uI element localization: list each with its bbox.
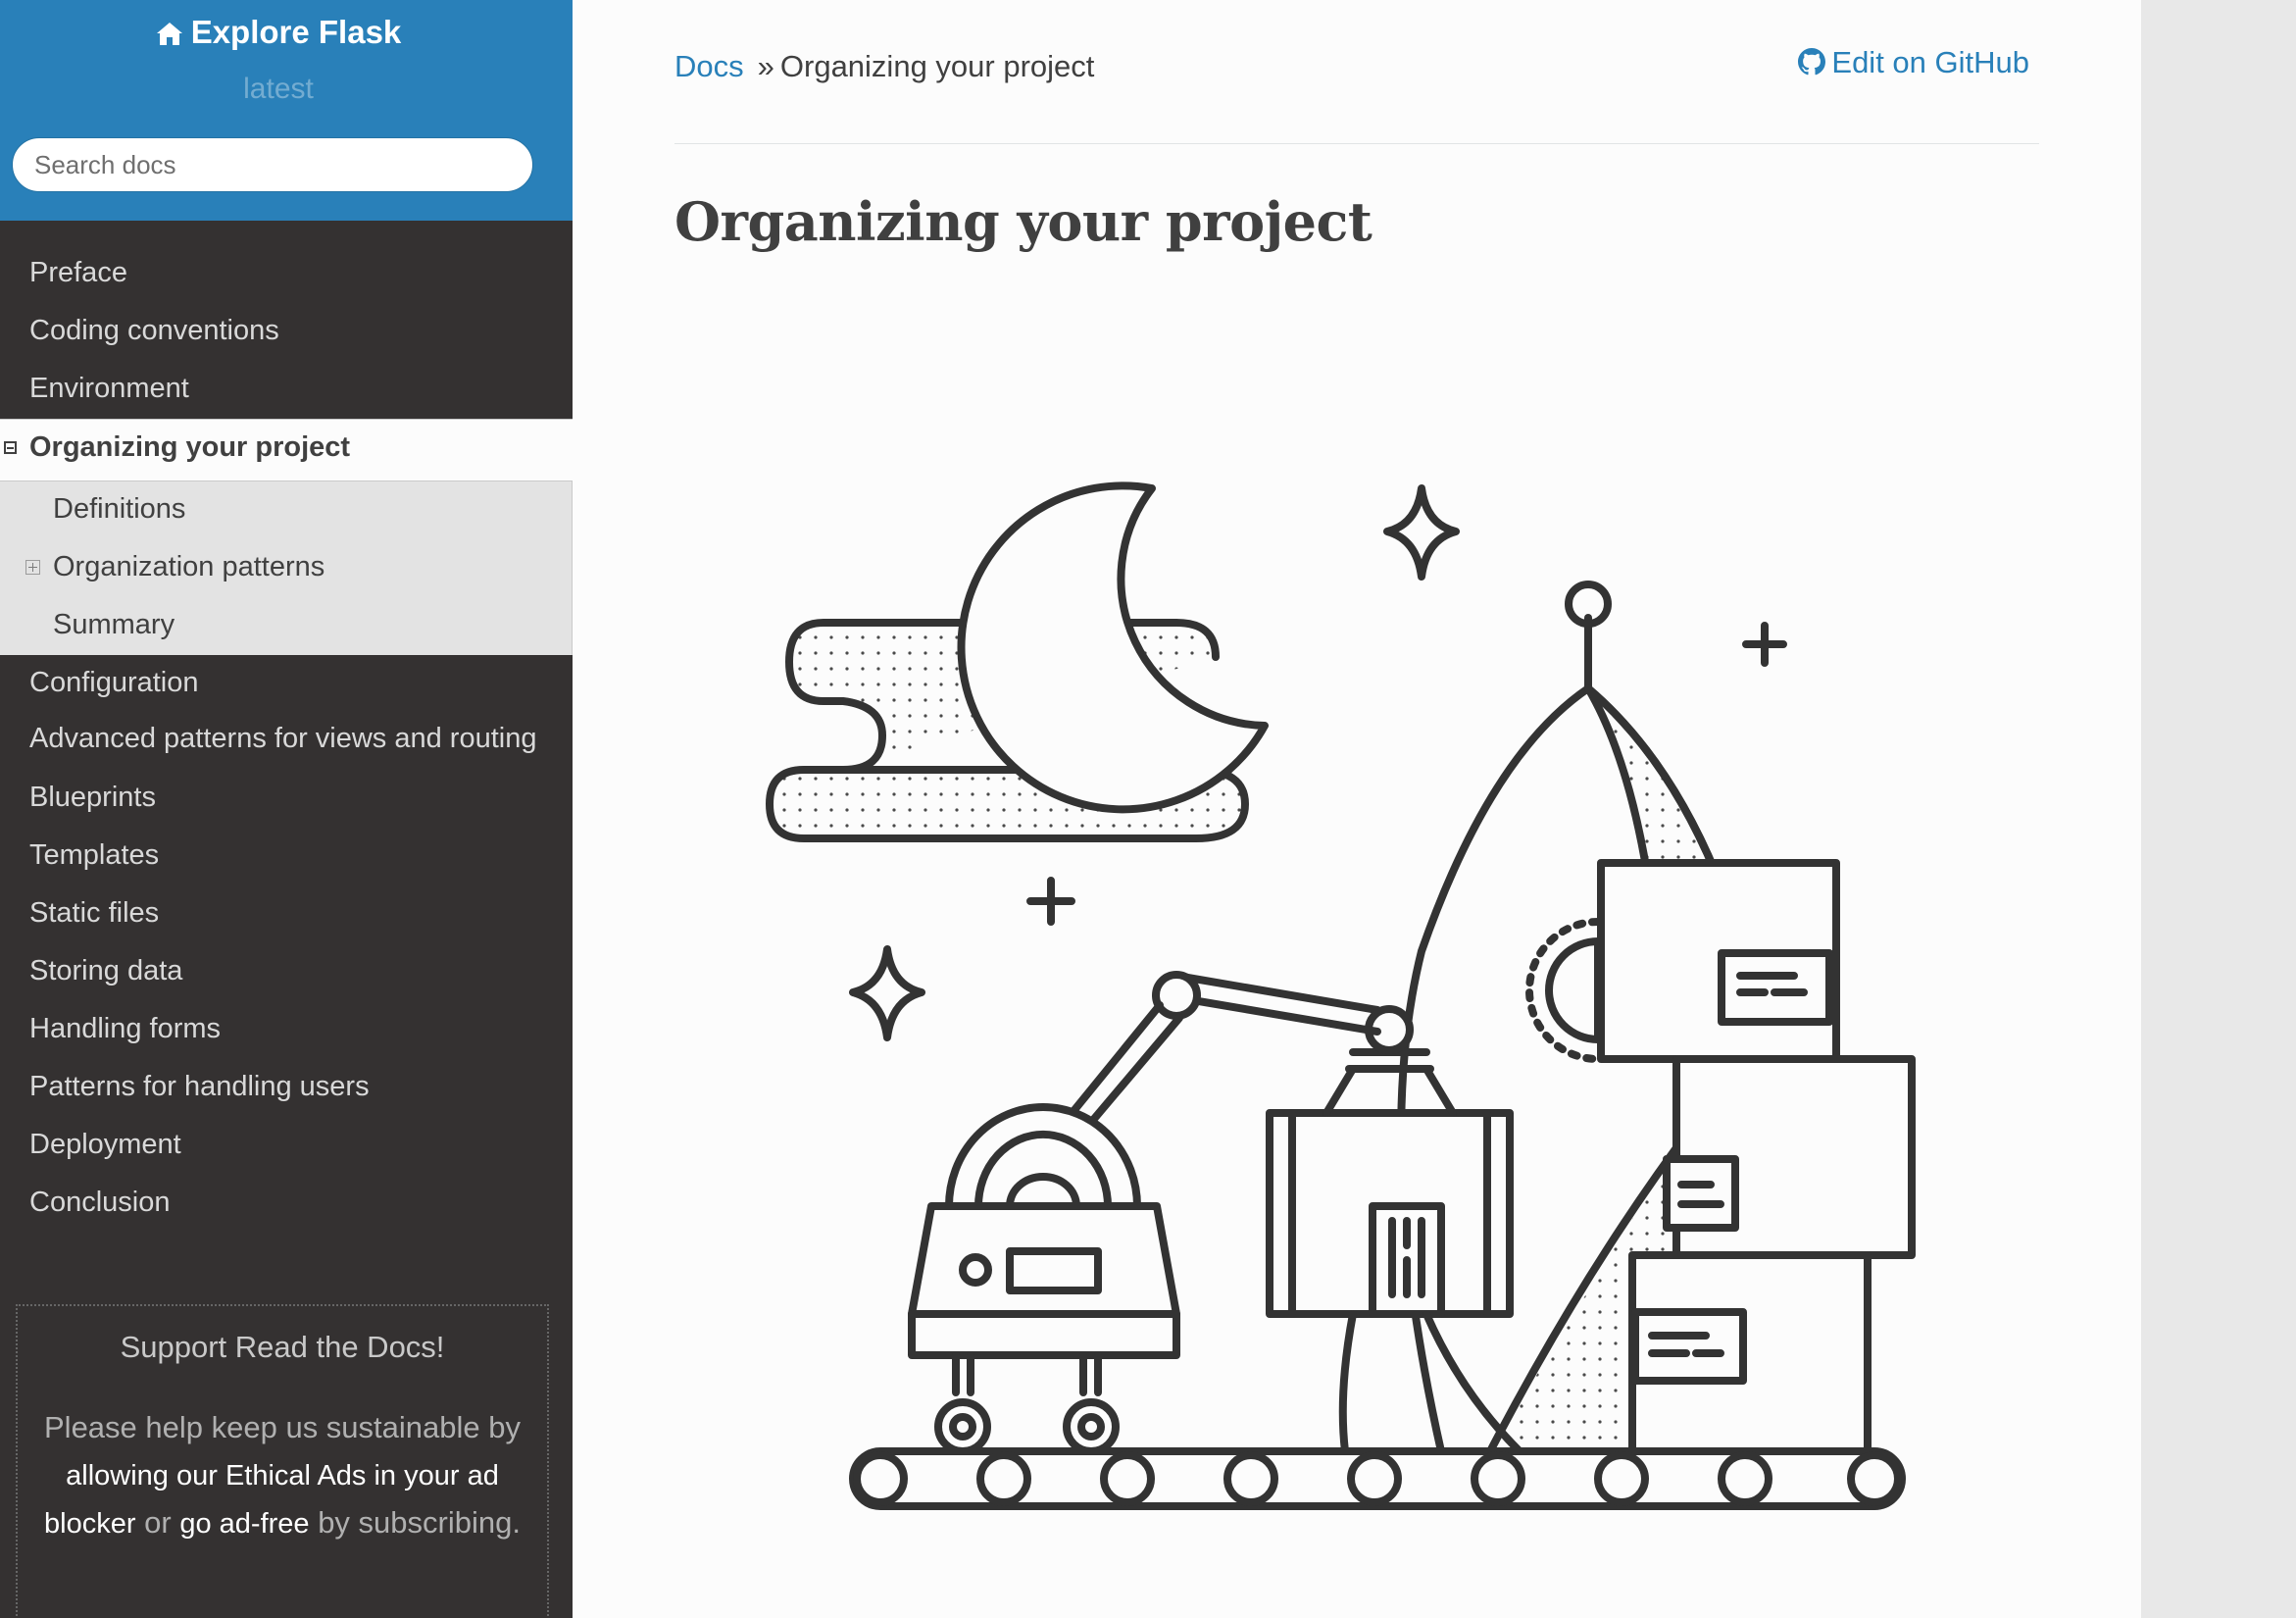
right-gutter xyxy=(2141,0,2296,1618)
support-ad-box: Support Read the Docs! Please help keep … xyxy=(16,1304,549,1618)
ad-text-part: by subscribing. xyxy=(318,1505,521,1540)
nav-item-advanced-patterns[interactable]: Advanced patterns for views and routing xyxy=(0,713,573,770)
nav-item-handling-users[interactable]: Patterns for handling users xyxy=(0,1059,573,1117)
ad-free-link[interactable]: go ad-free xyxy=(179,1508,309,1540)
nav-current-label: Organizing your project xyxy=(29,431,351,463)
ad-text-part: or xyxy=(144,1505,172,1540)
header-divider xyxy=(674,143,2039,144)
nav-item-static-files[interactable]: Static files xyxy=(0,885,573,943)
illustration-robot-rocket xyxy=(766,481,1916,1510)
nav-subitem-label: Organization patterns xyxy=(53,551,325,582)
breadcrumb-current: Organizing your project xyxy=(779,49,1095,83)
ad-text: Please help keep us sustainable by allow… xyxy=(33,1404,531,1547)
search-input[interactable] xyxy=(12,137,533,192)
page-title: Organizing your project xyxy=(674,190,1373,253)
collapse-toggle-icon[interactable] xyxy=(4,441,17,454)
nav-item-preface[interactable]: Preface xyxy=(0,245,573,303)
breadcrumb-docs-link[interactable]: Docs xyxy=(674,49,744,83)
github-icon xyxy=(1798,48,1826,76)
nav-item-templates[interactable]: Templates xyxy=(0,828,573,885)
nav-item-conclusion[interactable]: Conclusion xyxy=(0,1175,573,1233)
nav-item-configuration[interactable]: Configuration xyxy=(0,655,573,713)
ad-text-part: Please help keep us sustainable by xyxy=(44,1410,521,1444)
nav-item-handling-forms[interactable]: Handling forms xyxy=(0,1001,573,1059)
edit-on-github-link[interactable]: Edit on GitHub xyxy=(1798,45,2029,80)
toc-nav: Preface Coding conventions Environment O… xyxy=(0,245,573,1233)
home-icon xyxy=(156,23,182,45)
sidebar-header: Explore Flask latest xyxy=(0,0,573,221)
ad-title: Support Read the Docs! xyxy=(120,1330,445,1364)
nav-subitems: Definitions Organization patterns Summar… xyxy=(0,481,573,655)
edit-link-label: Edit on GitHub xyxy=(1831,45,2029,79)
nav-subitem-definitions[interactable]: Definitions xyxy=(0,481,572,539)
nav-item-storing-data[interactable]: Storing data xyxy=(0,943,573,1001)
nav-item-deployment[interactable]: Deployment xyxy=(0,1117,573,1175)
nav-item-environment[interactable]: Environment xyxy=(0,361,573,419)
nav-item-coding-conventions[interactable]: Coding conventions xyxy=(0,303,573,361)
breadcrumb: Docs » Organizing your project xyxy=(674,49,1094,84)
expand-toggle-icon[interactable] xyxy=(25,560,40,575)
project-title: Explore Flask xyxy=(190,14,402,50)
project-home-link[interactable]: Explore Flask xyxy=(0,14,557,51)
breadcrumb-separator: » xyxy=(757,49,774,83)
nav-item-blueprints[interactable]: Blueprints xyxy=(0,770,573,828)
version-label: latest xyxy=(243,73,314,105)
nav-subitem-summary[interactable]: Summary xyxy=(0,597,572,655)
nav-subitem-organization-patterns[interactable]: Organization patterns xyxy=(0,539,572,597)
sidebar: Explore Flask latest Preface Coding conv… xyxy=(0,0,573,1618)
nav-item-current[interactable]: Organizing your project xyxy=(0,419,573,481)
